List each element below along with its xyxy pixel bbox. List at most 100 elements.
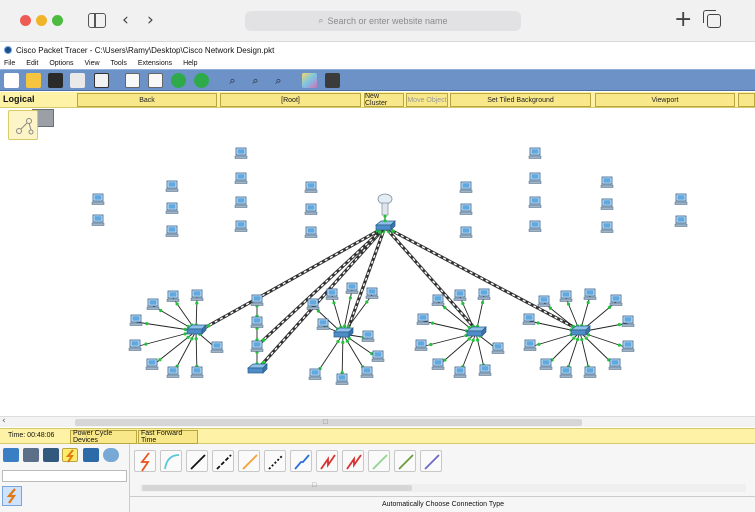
print-icon[interactable]	[70, 73, 85, 88]
router-device[interactable]	[377, 193, 393, 216]
scroll-left-icon[interactable]: ‹	[2, 416, 6, 426]
connections-scrollbar[interactable]: □	[140, 482, 746, 492]
extra-bar-button[interactable]	[738, 93, 755, 107]
multiuser-icon[interactable]	[103, 448, 119, 462]
pc-device[interactable]	[361, 330, 375, 342]
pc-device[interactable]	[528, 196, 542, 208]
pc-device[interactable]	[365, 287, 379, 299]
menu-tools[interactable]: Tools	[111, 60, 127, 67]
menu-view[interactable]: View	[84, 60, 99, 67]
scroll-thumb[interactable]	[75, 419, 582, 426]
pc-device[interactable]	[360, 366, 374, 378]
zoom-reset-icon[interactable]: ⌕	[248, 73, 263, 88]
automatic-connection-selected-icon[interactable]	[2, 486, 22, 506]
pc-device[interactable]	[539, 358, 553, 370]
pc-device[interactable]	[453, 366, 467, 378]
network-devices-icon[interactable]	[3, 448, 19, 462]
menu-help[interactable]: Help	[183, 60, 197, 67]
pc-device[interactable]	[528, 147, 542, 159]
sidebar-toggle-icon[interactable]	[88, 13, 106, 28]
pc-device[interactable]	[559, 290, 573, 302]
close-window-button[interactable]	[20, 15, 31, 26]
menu-options[interactable]: Options	[49, 60, 73, 67]
pc-device[interactable]	[608, 358, 622, 370]
workspace-horizontal-scrollbar[interactable]: ‹ □	[0, 416, 755, 427]
pc-device[interactable]	[459, 226, 473, 238]
pc-device[interactable]	[523, 339, 537, 351]
pc-device[interactable]	[165, 202, 179, 214]
pc-device[interactable]	[583, 288, 597, 300]
open-folder-icon[interactable]	[26, 73, 41, 88]
pc-device[interactable]	[306, 298, 320, 310]
switch-device[interactable]	[570, 325, 591, 336]
copper-cross-over-icon[interactable]	[212, 450, 234, 472]
custom-device-icon[interactable]	[325, 73, 340, 88]
new-cluster-button[interactable]: New Cluster	[364, 93, 404, 107]
menu-extensions[interactable]: Extensions	[138, 60, 172, 67]
device-search-field[interactable]	[2, 470, 127, 482]
pc-device[interactable]	[325, 288, 339, 300]
pc-device[interactable]	[583, 366, 597, 378]
phone-cable-icon[interactable]	[264, 450, 286, 472]
pc-device[interactable]	[345, 282, 359, 294]
pc-device[interactable]	[537, 295, 551, 307]
pc-device[interactable]	[600, 198, 614, 210]
pc-device[interactable]	[316, 318, 330, 330]
pc-device[interactable]	[674, 215, 688, 227]
pc-device[interactable]	[335, 373, 349, 385]
switch-device[interactable]	[375, 220, 396, 231]
activity-wizard-icon[interactable]	[94, 73, 109, 88]
copy-icon[interactable]	[125, 73, 140, 88]
pc-device[interactable]	[91, 214, 105, 226]
pc-device[interactable]	[522, 313, 536, 325]
pc-device[interactable]	[234, 220, 248, 232]
pc-device[interactable]	[146, 298, 160, 310]
pc-device[interactable]	[559, 366, 573, 378]
pc-device[interactable]	[491, 342, 505, 354]
pc-device[interactable]	[210, 341, 224, 353]
pc-device[interactable]	[304, 203, 318, 215]
misc-icon[interactable]	[83, 448, 99, 462]
fast-forward-time-button[interactable]: Fast Forward Time	[138, 430, 198, 444]
new-file-icon[interactable]	[4, 73, 19, 88]
pc-device[interactable]	[431, 358, 445, 370]
pc-device[interactable]	[190, 289, 204, 301]
pc-device[interactable]	[674, 193, 688, 205]
pc-device[interactable]	[308, 368, 322, 380]
logical-workspace-canvas[interactable]	[0, 108, 755, 416]
pc-device[interactable]	[431, 294, 445, 306]
components-icon[interactable]	[43, 448, 59, 462]
pc-device[interactable]	[414, 339, 428, 351]
pc-device[interactable]	[478, 364, 492, 376]
fiber-icon[interactable]	[238, 450, 260, 472]
pc-device[interactable]	[234, 147, 248, 159]
set-tiled-background-button[interactable]: Set Tiled Background	[450, 93, 591, 107]
pc-device[interactable]	[129, 314, 143, 326]
pc-device[interactable]	[453, 289, 467, 301]
serial-dte-icon[interactable]	[342, 450, 364, 472]
pc-device[interactable]	[165, 225, 179, 237]
address-bar[interactable]: ⌕ Search or enter website name	[245, 11, 521, 31]
connections-scroll-thumb[interactable]	[142, 485, 412, 491]
pc-device[interactable]	[145, 358, 159, 370]
switch-device[interactable]	[466, 326, 487, 337]
pc-device[interactable]	[250, 316, 264, 328]
palette-icon[interactable]	[302, 73, 317, 88]
serial-dce-icon[interactable]	[316, 450, 338, 472]
paste-icon[interactable]	[148, 73, 163, 88]
pc-device[interactable]	[234, 196, 248, 208]
pc-device[interactable]	[304, 226, 318, 238]
save-icon[interactable]	[48, 73, 63, 88]
pc-device[interactable]	[91, 193, 105, 205]
usb-cable-icon[interactable]	[420, 450, 442, 472]
octal-cable-icon[interactable]	[368, 450, 390, 472]
undo-icon[interactable]	[171, 73, 186, 88]
pc-device[interactable]	[609, 294, 623, 306]
pc-device[interactable]	[166, 366, 180, 378]
power-cycle-devices-button[interactable]: Power Cycle Devices	[70, 430, 137, 444]
minimize-window-button[interactable]	[36, 15, 47, 26]
copper-straight-through-icon[interactable]	[186, 450, 208, 472]
end-devices-icon[interactable]	[23, 448, 39, 462]
switch-device[interactable]	[247, 363, 268, 374]
back-button[interactable]: Back	[77, 93, 217, 107]
